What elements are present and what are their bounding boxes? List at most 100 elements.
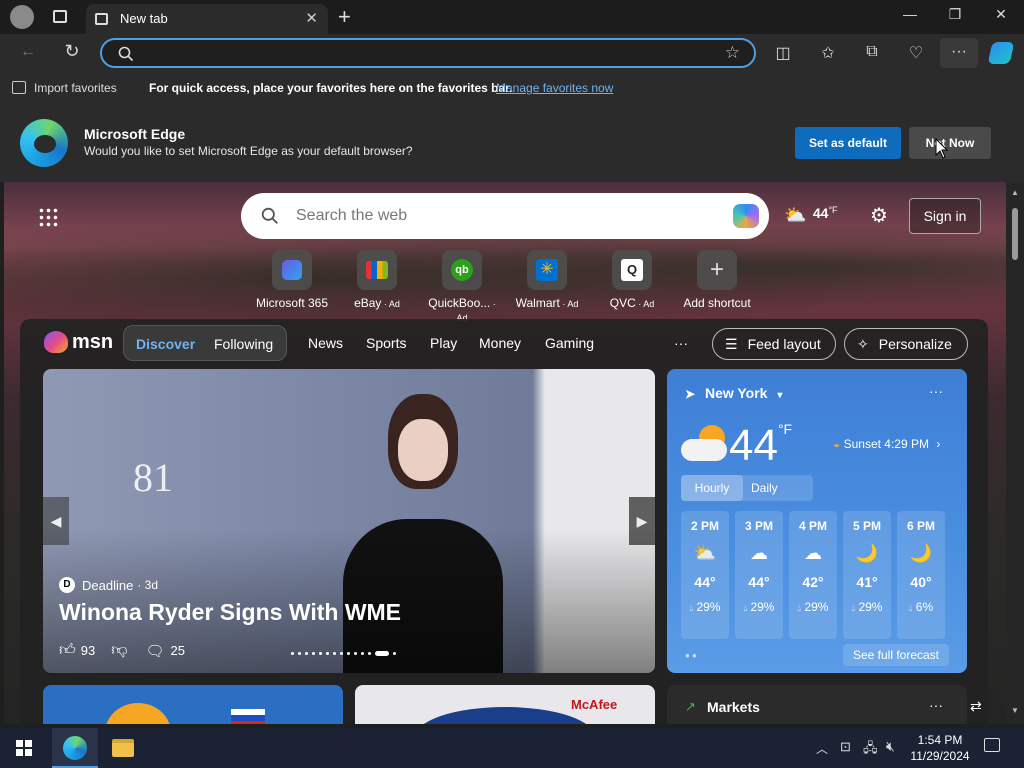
notifications-icon[interactable] xyxy=(984,738,1000,752)
tab-discover[interactable]: Discover xyxy=(136,336,195,352)
nav-news[interactable]: News xyxy=(308,335,343,351)
hero-headline[interactable]: Winona Ryder Signs With WME xyxy=(59,599,401,626)
sign-in-button[interactable]: Sign in xyxy=(909,198,981,234)
show-hidden-icons-icon[interactable]: ︿ xyxy=(816,740,828,757)
markets-card[interactable]: ↗ Markets ··· xyxy=(667,685,967,724)
partly-cloudy-icon: ⛅ xyxy=(784,205,807,225)
copilot-search-icon[interactable] xyxy=(733,204,759,228)
web-search-box[interactable]: Search the web xyxy=(241,193,769,239)
shortcut-microsoft-365[interactable]: Microsoft 365 xyxy=(252,250,332,310)
scroll-thumb[interactable] xyxy=(1012,208,1018,260)
file-explorer-icon[interactable] xyxy=(112,739,134,757)
nav-money[interactable]: Money xyxy=(479,335,521,351)
favorites-bar: Import favorites For quick access, place… xyxy=(0,72,1024,104)
import-favorites-icon xyxy=(12,81,26,94)
more-menu-button[interactable]: ··· xyxy=(940,38,978,68)
split-screen-icon[interactable]: ◫ xyxy=(772,43,794,63)
hourly-column[interactable]: 3 PM ☁ 44° 💧︎ 29% xyxy=(735,511,783,639)
refresh-icon[interactable]: ↻ xyxy=(61,41,83,62)
page-dots[interactable]: ● ● xyxy=(685,651,697,660)
hourly-column[interactable]: 4 PM ☁ 42° 💧︎ 29% xyxy=(789,511,837,639)
meet-now-icon[interactable]: ⊡ xyxy=(840,739,851,755)
new-tab-button[interactable]: + xyxy=(338,4,351,30)
start-button[interactable] xyxy=(16,740,32,756)
weather-card[interactable]: ➤ New York ▾ ··· 44°F ◒ Sunset 4:29 PM ›… xyxy=(667,369,967,673)
shortcut-quickbooks[interactable]: qb QuickBoo... · Ad xyxy=(422,250,502,324)
see-full-forecast-button[interactable]: See full forecast xyxy=(843,644,949,666)
favorites-bar-message: For quick access, place your favorites h… xyxy=(149,81,513,95)
like-icon[interactable]: 👍︎ xyxy=(59,641,76,660)
clock[interactable]: 1:54 PM 11/29/2024 xyxy=(908,732,972,764)
shortcut-qvc[interactable]: Q QVC · Ad xyxy=(592,250,672,310)
markets-trend-icon: ↗ xyxy=(685,699,696,714)
chevron-down-icon: ▾ xyxy=(777,390,783,401)
personalize-button[interactable]: ✧ Personalize xyxy=(844,328,968,360)
hourly-column[interactable]: 5 PM 🌙 41° 💧︎ 29% xyxy=(843,511,891,639)
apps-launcher-icon[interactable] xyxy=(38,207,58,227)
source-name[interactable]: Deadline xyxy=(82,578,133,593)
taskbar-edge-button[interactable] xyxy=(52,728,98,768)
hour-time: 5 PM xyxy=(852,519,881,533)
manage-favorites-link[interactable]: Manage favorites now xyxy=(496,81,613,95)
close-tab-icon[interactable]: ✕ xyxy=(305,9,318,27)
add-shortcut-button[interactable]: + Add shortcut xyxy=(677,250,757,310)
tab-actions-icon[interactable] xyxy=(53,10,67,23)
restore-button[interactable]: ❐ xyxy=(940,6,970,23)
carousel-dots[interactable] xyxy=(291,651,396,656)
dislike-icon[interactable]: 👎︎ xyxy=(111,641,127,660)
volume-muted-icon[interactable]: 🔇︎ xyxy=(886,738,895,755)
hour-time: 2 PM xyxy=(690,519,719,533)
import-favorites-link[interactable]: Import favorites xyxy=(34,81,117,95)
nav-gaming[interactable]: Gaming xyxy=(545,335,594,351)
hourly-column[interactable]: 2 PM ⛅ 44° 💧︎ 29% xyxy=(681,511,729,639)
scroll-up-arrow[interactable]: ▲ xyxy=(1011,188,1019,197)
deadline-logo-icon: D xyxy=(59,577,75,593)
network-icon[interactable]: 🖧︎ xyxy=(863,739,878,761)
settings-gear-icon[interactable]: ⚙ xyxy=(870,203,888,228)
tab-following[interactable]: Following xyxy=(214,336,273,352)
location-row[interactable]: ➤ New York ▾ xyxy=(685,385,782,401)
minimize-button[interactable]: — xyxy=(895,6,925,22)
current-temp: 44°F xyxy=(729,421,793,470)
tab-new-tab[interactable]: New tab ✕ xyxy=(86,4,328,34)
hourly-column[interactable]: 6 PM 🌙 40° 💧︎ 6% xyxy=(897,511,945,639)
close-window-button[interactable]: ✕ xyxy=(986,6,1016,23)
feed-layout-button[interactable]: ☰ Feed layout xyxy=(712,328,836,360)
forecast-tabs: Hourly Daily xyxy=(681,475,813,501)
favorite-star-icon[interactable]: ☆ xyxy=(725,43,740,63)
tab-title: New tab xyxy=(120,11,168,26)
page-scrollbar[interactable]: ▲ ▼ xyxy=(1006,182,1024,724)
hour-precip: 💧︎ 29% xyxy=(797,600,829,614)
profile-avatar[interactable] xyxy=(10,5,34,29)
hero-story-card[interactable]: 81 ◀ ▶ D Deadline · 3d Winona Ryder Sign… xyxy=(43,369,655,673)
shortcut-walmart[interactable]: ✳ Walmart · Ad xyxy=(507,250,587,310)
nav-more-button[interactable]: ··· xyxy=(674,335,688,351)
weather-widget[interactable]: ⛅ 44°F xyxy=(784,205,838,229)
browser-essentials-icon[interactable]: ♡ xyxy=(905,43,927,63)
address-bar[interactable]: ☆ xyxy=(100,38,756,68)
nav-play[interactable]: Play xyxy=(430,335,457,351)
sunset-link[interactable]: ◒ Sunset 4:29 PM › xyxy=(833,437,940,451)
story-card-1[interactable] xyxy=(43,685,343,724)
feedback-icon[interactable]: ⇄ xyxy=(970,698,982,715)
markets-more-button[interactable]: ··· xyxy=(929,697,943,713)
favorites-icon[interactable]: ✩ xyxy=(817,43,839,63)
hour-precip: 💧︎ 6% xyxy=(908,600,934,614)
not-now-button[interactable]: Not Now xyxy=(909,127,991,159)
shortcut-ebay[interactable]: eBay · Ad xyxy=(337,250,417,310)
nav-sports[interactable]: Sports xyxy=(366,335,406,351)
tab-daily[interactable]: Daily xyxy=(751,481,778,495)
card-more-button[interactable]: ··· xyxy=(929,383,943,399)
back-icon[interactable]: ← xyxy=(17,43,39,61)
qvc-icon: Q xyxy=(621,259,643,281)
msn-logo[interactable]: msn xyxy=(44,327,113,357)
quickbooks-icon: qb xyxy=(451,259,473,281)
story-card-2[interactable]: McAfee xyxy=(355,685,655,724)
tab-hourly[interactable]: Hourly xyxy=(681,475,743,501)
comment-icon[interactable]: 🗨︎ xyxy=(145,642,164,660)
copilot-icon[interactable] xyxy=(987,42,1015,64)
collections-icon[interactable]: ⧉ xyxy=(861,43,883,61)
set-as-default-button[interactable]: Set as default xyxy=(795,127,901,159)
location-arrow-icon: ➤ xyxy=(685,387,696,401)
scroll-down-arrow[interactable]: ▼ xyxy=(1011,706,1019,715)
